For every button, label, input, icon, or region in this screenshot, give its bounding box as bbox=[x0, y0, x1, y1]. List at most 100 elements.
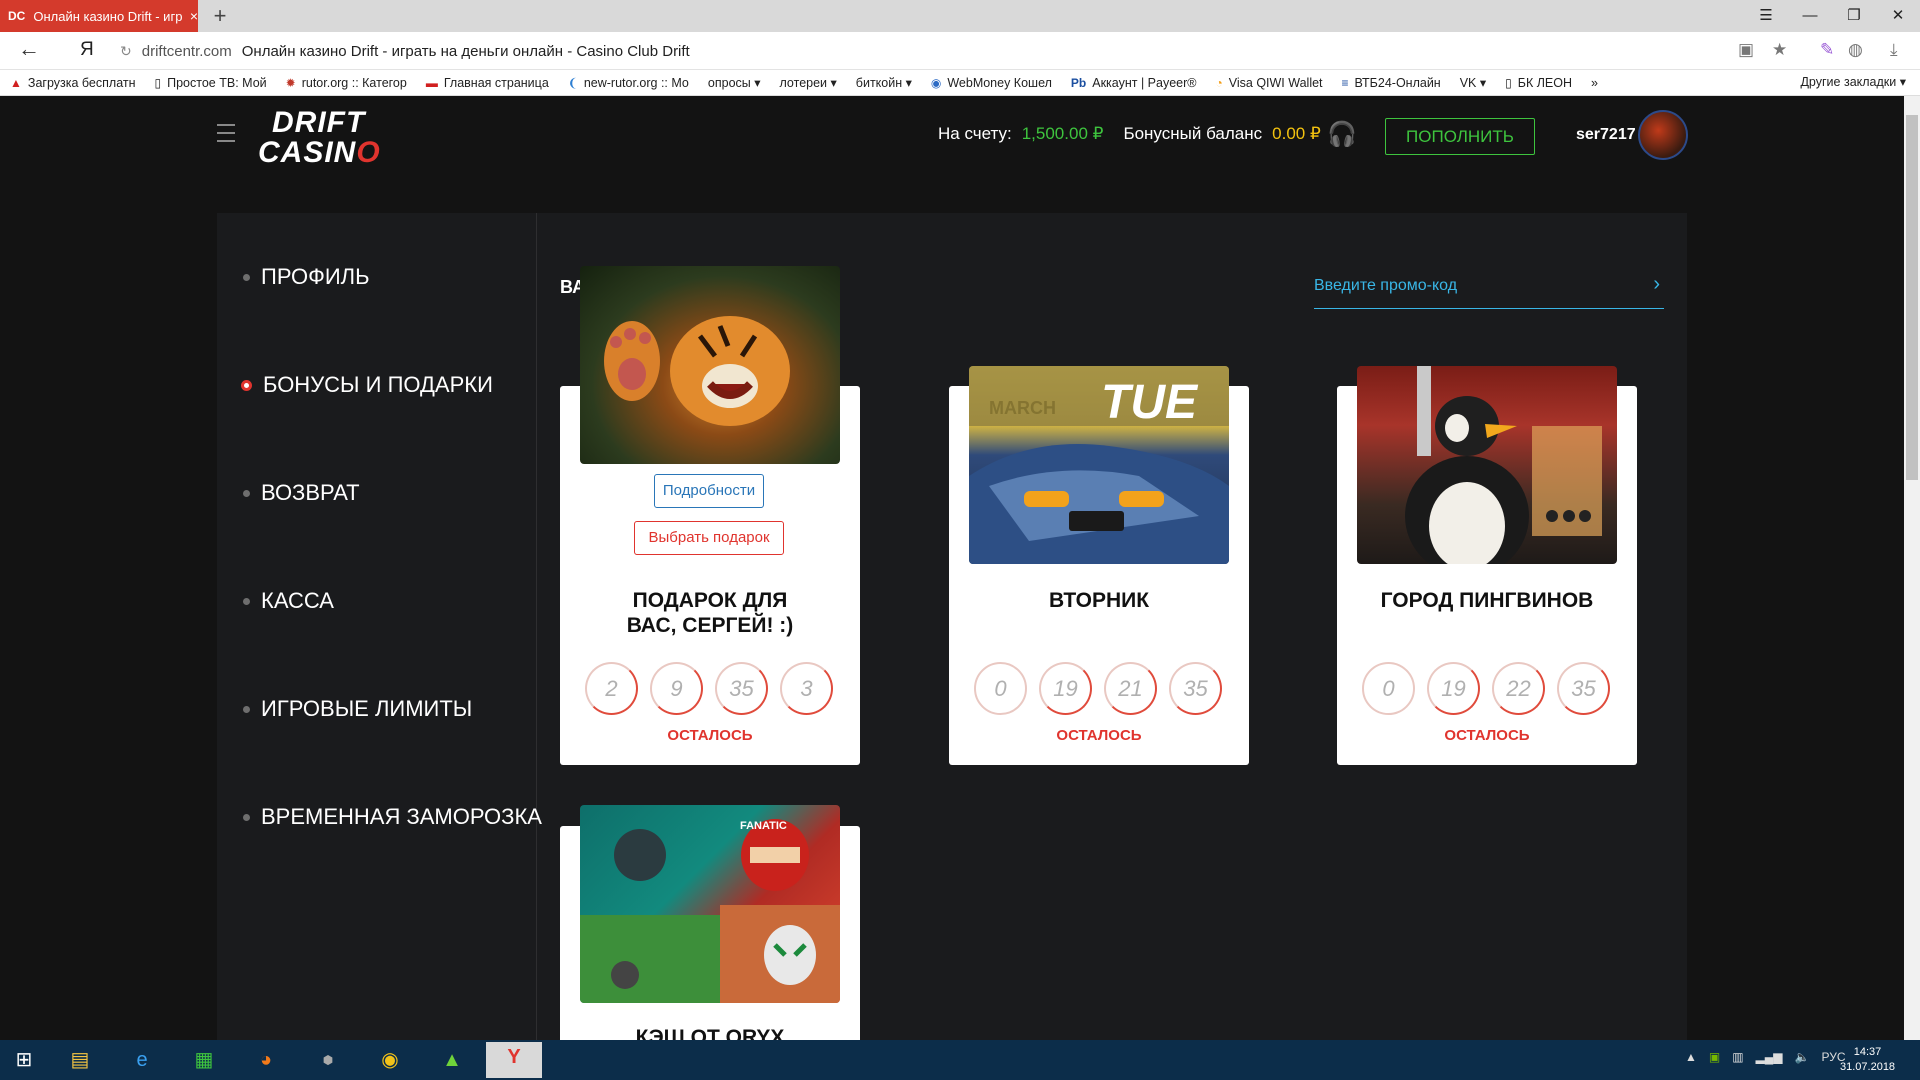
bonus-card-image-tiger bbox=[580, 266, 840, 464]
reload-icon[interactable]: ↻ bbox=[120, 43, 132, 60]
bookmark-folder[interactable]: биткойн ▾ bbox=[856, 75, 912, 90]
bonus-card-image-oryx: FANATIC bbox=[580, 805, 840, 1003]
countdown-timer: 0 19 21 35 bbox=[974, 662, 1222, 715]
chrome-icon[interactable]: ◉ bbox=[370, 1045, 410, 1075]
bookmark-item[interactable]: Pb Аккаунт | Payeer® bbox=[1071, 76, 1197, 90]
bookmark-folder[interactable]: VK ▾ bbox=[1460, 75, 1486, 90]
support-headset-icon[interactable]: 🎧 bbox=[1327, 120, 1357, 149]
timer-days: 0 bbox=[974, 662, 1027, 715]
sidebar-item-bonuses[interactable]: БОНУСЫ И ПОДАРКИ bbox=[241, 372, 493, 398]
balance-label: На счету: bbox=[938, 124, 1012, 143]
restore-icon[interactable]: ❐ bbox=[1832, 0, 1876, 32]
timer-hours: 19 bbox=[1427, 662, 1480, 715]
network-icon[interactable]: ▥ bbox=[1732, 1050, 1743, 1064]
browser-tab-active[interactable]: DC Онлайн казино Drift - игр × bbox=[0, 0, 198, 32]
account-balance: На счету: 1,500.00 ₽ Бонусный баланс 0.0… bbox=[938, 124, 1321, 144]
nvidia-icon[interactable]: ▣ bbox=[1709, 1050, 1720, 1064]
tiger-illustration bbox=[604, 316, 790, 426]
timer-seconds: 35 bbox=[1557, 662, 1610, 715]
sidebar-item-cashier[interactable]: КАССА bbox=[243, 588, 334, 614]
bookmark-item[interactable]: ≡ ВТБ24-Онлайн bbox=[1342, 76, 1441, 90]
new-tab-button[interactable]: + bbox=[206, 2, 234, 30]
bullet-icon bbox=[243, 273, 250, 281]
url-page-title: Онлайн казино Drift - играть на деньги о… bbox=[241, 42, 690, 60]
timer-minutes: 35 bbox=[715, 662, 768, 715]
system-clock[interactable]: 14:37 31.07.2018 bbox=[1840, 1045, 1895, 1075]
hamburger-menu-icon[interactable] bbox=[217, 124, 239, 150]
lock-icon[interactable]: ▣ bbox=[1738, 40, 1754, 60]
minimize-icon[interactable]: — bbox=[1788, 0, 1832, 32]
timer-minutes: 22 bbox=[1492, 662, 1545, 715]
details-button[interactable]: Подробности bbox=[654, 474, 764, 508]
app-a-icon[interactable]: ▲ bbox=[432, 1045, 472, 1075]
account-sidebar bbox=[217, 213, 537, 1040]
scrollbar-thumb[interactable] bbox=[1906, 115, 1918, 480]
bookmark-item[interactable]: ▯ БК ЛЕОН bbox=[1505, 76, 1572, 90]
sidebar-item-refund[interactable]: ВОЗВРАТ bbox=[243, 480, 360, 506]
bookmark-item[interactable]: ✹ rutor.org :: Категор bbox=[286, 76, 407, 90]
avatar[interactable] bbox=[1638, 110, 1688, 160]
store-icon[interactable]: ▦ bbox=[184, 1045, 224, 1075]
star-icon[interactable]: ★ bbox=[1772, 40, 1787, 60]
url-field[interactable]: ↻ driftcentr.com Онлайн казино Drift - и… bbox=[120, 36, 1780, 66]
globe-icon[interactable]: ◍ bbox=[1848, 40, 1863, 60]
bookmark-item[interactable]: ◉ WebMoney Кошел bbox=[931, 76, 1052, 90]
bookmark-item[interactable]: ◔ Visa QIWI Wallet bbox=[1216, 76, 1323, 90]
promo-code-input[interactable]: Введите промо-код › bbox=[1314, 273, 1664, 309]
sidebar-item-freeze[interactable]: ВРЕМЕННАЯ ЗАМОРОЗКА bbox=[243, 804, 542, 830]
rutor-icon: ❨ bbox=[567, 75, 578, 90]
windows-taskbar bbox=[0, 1040, 1920, 1080]
close-window-icon[interactable]: ✕ bbox=[1876, 0, 1920, 32]
windows-start-icon[interactable]: ⊞ bbox=[4, 1045, 44, 1075]
timer-hours: 9 bbox=[650, 662, 703, 715]
page-icon: ▯ bbox=[154, 75, 162, 90]
tray-expand-icon[interactable]: ▲ bbox=[1685, 1050, 1697, 1064]
drift-casino-logo[interactable]: DRIFT CASINO bbox=[258, 108, 381, 168]
bank-icon: ▬ bbox=[425, 75, 438, 90]
file-explorer-icon[interactable]: ▤ bbox=[60, 1045, 100, 1075]
download-icon[interactable]: ⤓ bbox=[1890, 40, 1898, 60]
username[interactable]: ser7217 bbox=[1576, 126, 1636, 144]
sidebar-item-game-limits[interactable]: ИГРОВЫЕ ЛИМИТЫ bbox=[243, 696, 472, 722]
bookmark-folder[interactable]: лотереи ▾ bbox=[780, 75, 837, 90]
bookmark-item[interactable]: ❨ new-rutor.org :: Мо bbox=[568, 76, 689, 90]
chevron-right-icon[interactable]: › bbox=[1653, 273, 1660, 308]
volume-icon[interactable]: 🔈 bbox=[1795, 1050, 1810, 1064]
timer-hours: 19 bbox=[1039, 662, 1092, 715]
internet-explorer-icon[interactable]: e bbox=[122, 1045, 162, 1075]
tab-close-icon[interactable]: × bbox=[190, 8, 198, 24]
yandex-browser-taskbar-icon[interactable]: Y bbox=[486, 1042, 542, 1078]
tab-title: Онлайн казино Drift - игр bbox=[33, 8, 182, 24]
countdown-timer: 0 19 22 35 bbox=[1362, 662, 1610, 715]
choose-gift-button[interactable]: Выбрать подарок bbox=[634, 521, 784, 555]
back-button[interactable]: ← bbox=[18, 36, 40, 62]
bonus-card-title: ГОРОД ПИНГВИНОВ bbox=[1380, 589, 1594, 612]
bonus-card-title: ПОДАРОК ДЛЯ ВАС, СЕРГЕЙ! :) bbox=[626, 589, 794, 637]
bookmark-folder[interactable]: опросы ▾ bbox=[708, 75, 761, 90]
pen-icon[interactable]: ✎ bbox=[1820, 40, 1834, 60]
bookmark-item[interactable]: ▲ Загрузка бесплатн bbox=[10, 76, 136, 90]
yandex-logo[interactable]: Я bbox=[80, 39, 94, 61]
deposit-button[interactable]: ПОПОЛНИТЬ bbox=[1385, 118, 1535, 155]
bonus-card-title: ВТОРНИК bbox=[1048, 589, 1150, 612]
site-favicon: DC bbox=[8, 9, 26, 23]
sidebar-item-profile[interactable]: ПРОФИЛЬ bbox=[243, 264, 370, 290]
bookmark-item[interactable]: ▬ Главная страница bbox=[426, 76, 549, 90]
bonus-balance-value: 0.00 ₽ bbox=[1272, 124, 1321, 143]
nox-icon[interactable]: ⬢ bbox=[308, 1045, 348, 1075]
timer-days: 0 bbox=[1362, 662, 1415, 715]
signal-icon[interactable]: ▂▄▆ bbox=[1756, 1050, 1783, 1064]
other-bookmarks[interactable]: Другие закладки ▾ bbox=[1800, 74, 1906, 89]
payeer-icon: Pb bbox=[1070, 75, 1087, 90]
bookmark-item[interactable]: ▯ Простое ТВ: Мой bbox=[155, 76, 267, 90]
bookmarks-bar: ▲ Загрузка бесплатн ▯ Простое ТВ: Мой ✹ rut… bbox=[0, 70, 1920, 96]
remaining-label: ОСТАЛОСЬ bbox=[1444, 727, 1530, 744]
image-month-text: MARCH bbox=[989, 398, 1056, 418]
browser-menu-icon[interactable]: ☰ bbox=[1744, 0, 1788, 32]
bonus-card-image-penguin bbox=[1357, 366, 1617, 564]
bookmarks-overflow-button[interactable]: » bbox=[1591, 76, 1598, 90]
url-host: driftcentr.com bbox=[141, 42, 232, 60]
system-tray: ▲ ▣ ▥ ▂▄▆ 🔈 РУС bbox=[1685, 1050, 1846, 1064]
countdown-timer: 2 9 35 3 bbox=[585, 662, 833, 715]
firefox-icon[interactable]: ◕ bbox=[246, 1045, 286, 1075]
